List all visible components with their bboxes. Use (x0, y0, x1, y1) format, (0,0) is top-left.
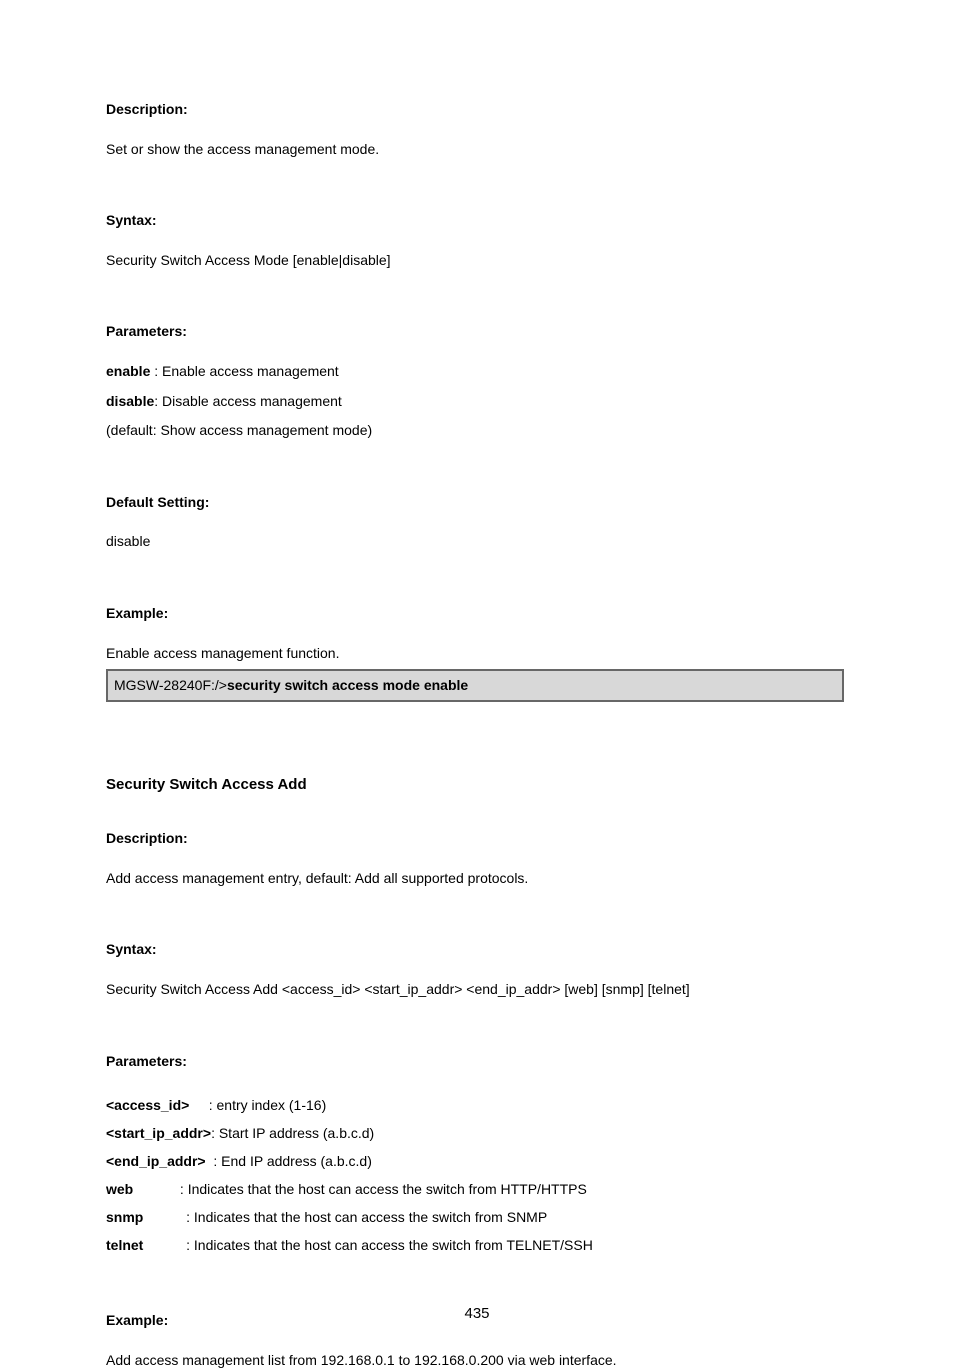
p4-key: web (106, 1181, 133, 1197)
desc-label-1: Description: (106, 100, 844, 120)
param-end-ip: <end_ip_addr> : End IP address (a.b.c.d) (106, 1147, 844, 1175)
p6-text: : Indicates that the host can access the… (143, 1237, 592, 1253)
syntax-text-2: Security Switch Access Add <access_id> <… (106, 980, 844, 1000)
p5-text: : Indicates that the host can access the… (143, 1209, 547, 1225)
param-web: web : Indicates that the host can access… (106, 1175, 844, 1203)
p5-key: snmp (106, 1209, 143, 1225)
p1-key: <access_id> (106, 1097, 189, 1113)
default-value: disable (106, 532, 844, 552)
terminal-prompt: MGSW-28240F:/> (114, 677, 227, 693)
param-disable-text: : Disable access management (154, 393, 342, 409)
param-access-id: <access_id> : entry index (1-16) (106, 1091, 844, 1119)
p2-text: : Start IP address (a.b.c.d) (211, 1125, 374, 1141)
syntax-text-1: Security Switch Access Mode [enable|disa… (106, 251, 844, 271)
p3-key: <end_ip_addr> (106, 1153, 206, 1169)
terminal-box: MGSW-28240F:/>security switch access mod… (106, 669, 844, 702)
params-label-2: Parameters: (106, 1052, 844, 1072)
param-enable: enable : Enable access management (106, 362, 844, 382)
p2-key: <start_ip_addr> (106, 1125, 211, 1141)
param-snmp: snmp : Indicates that the host can acces… (106, 1203, 844, 1231)
param-disable: disable: Disable access management (106, 392, 844, 412)
param-start-ip: <start_ip_addr>: Start IP address (a.b.c… (106, 1119, 844, 1147)
terminal-cmd: security switch access mode enable (227, 677, 468, 693)
example-label-1: Example: (106, 604, 844, 624)
page-number: 435 (0, 1305, 954, 1322)
p4-text: : Indicates that the host can access the… (133, 1181, 587, 1197)
param-enable-text: : Enable access management (150, 363, 338, 379)
example-text-1: Enable access management function. (106, 644, 844, 664)
param-default: (default: Show access management mode) (106, 421, 844, 441)
syntax-label-2: Syntax: (106, 940, 844, 960)
p6-key: telnet (106, 1237, 143, 1253)
desc-text-2: Add access management entry, default: Ad… (106, 869, 844, 889)
param-enable-key: enable (106, 363, 150, 379)
syntax-label-1: Syntax: (106, 211, 844, 231)
p1-text: : entry index (1-16) (189, 1097, 326, 1113)
params-label-1: Parameters: (106, 322, 844, 342)
default-label: Default Setting: (106, 493, 844, 513)
desc-label-2: Description: (106, 829, 844, 849)
page-content: Description: Set or show the access mana… (0, 0, 954, 1370)
param-disable-key: disable (106, 393, 154, 409)
section-heading: Security Switch Access Add (106, 774, 844, 795)
example-text-2: Add access management list from 192.168.… (106, 1351, 844, 1370)
param-telnet: telnet : Indicates that the host can acc… (106, 1231, 844, 1259)
desc-text-1: Set or show the access management mode. (106, 140, 844, 160)
p3-text: : End IP address (a.b.c.d) (206, 1153, 372, 1169)
